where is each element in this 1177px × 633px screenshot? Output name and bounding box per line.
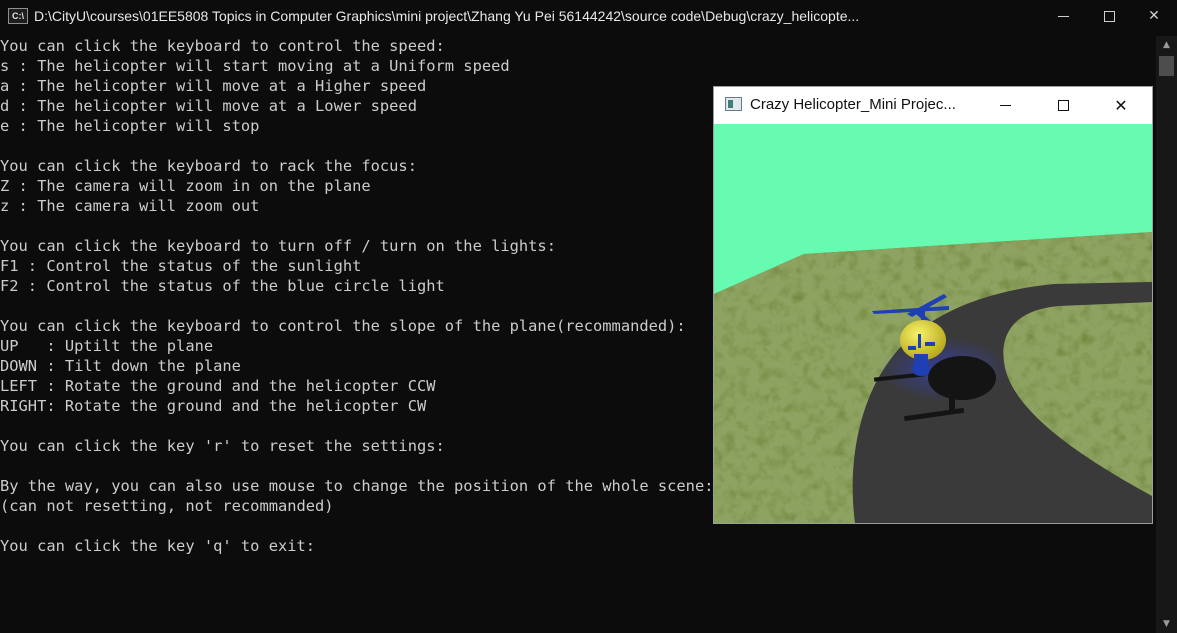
scroll-thumb[interactable] [1159,56,1174,76]
console-close-button[interactable]: ✕ [1131,0,1177,32]
console-app-icon: C:\ [8,8,28,24]
minimize-icon [1057,15,1069,17]
maximize-icon [1057,99,1069,111]
console-line: You can click the key 'q' to exit: [0,537,316,555]
helicopter-minimize-button[interactable] [982,87,1028,123]
console-line: You can click the keyboard to control th… [0,37,445,55]
close-icon: ✕ [1114,95,1128,115]
helicopter-window-titlebar[interactable]: Crazy Helicopter_Mini Projec... ✕ [714,87,1152,124]
maximize-icon [1103,10,1115,22]
console-titlebar: C:\ D:\CityU\courses\01EE5808 Topics in … [0,0,1177,34]
window-app-icon [725,97,742,111]
chevron-down-icon: ▼ [1163,619,1170,629]
chevron-up-icon: ▲ [1163,40,1170,50]
helicopter-window-title: Crazy Helicopter_Mini Projec... [750,96,956,113]
console-maximize-button[interactable] [1086,0,1132,32]
console-scrollbar[interactable]: ▲ ▼ [1156,36,1177,633]
minimize-icon [999,104,1011,106]
close-icon: ✕ [1148,8,1160,24]
scroll-up-button[interactable]: ▲ [1156,36,1177,54]
helicopter-window[interactable]: Crazy Helicopter_Mini Projec... ✕ [713,86,1153,524]
helicopter-maximize-button[interactable] [1040,87,1086,123]
helicopter-close-button[interactable]: ✕ [1098,87,1144,123]
console-minimize-button[interactable] [1040,0,1086,32]
helicopter-3d-viewport[interactable] [714,124,1152,523]
console-window-title: D:\CityU\courses\01EE5808 Topics in Comp… [34,8,860,24]
helicopter-shadow [928,356,996,400]
scroll-down-button[interactable]: ▼ [1156,615,1177,633]
console-line: s : The helicopter will start moving at … [0,57,510,75]
